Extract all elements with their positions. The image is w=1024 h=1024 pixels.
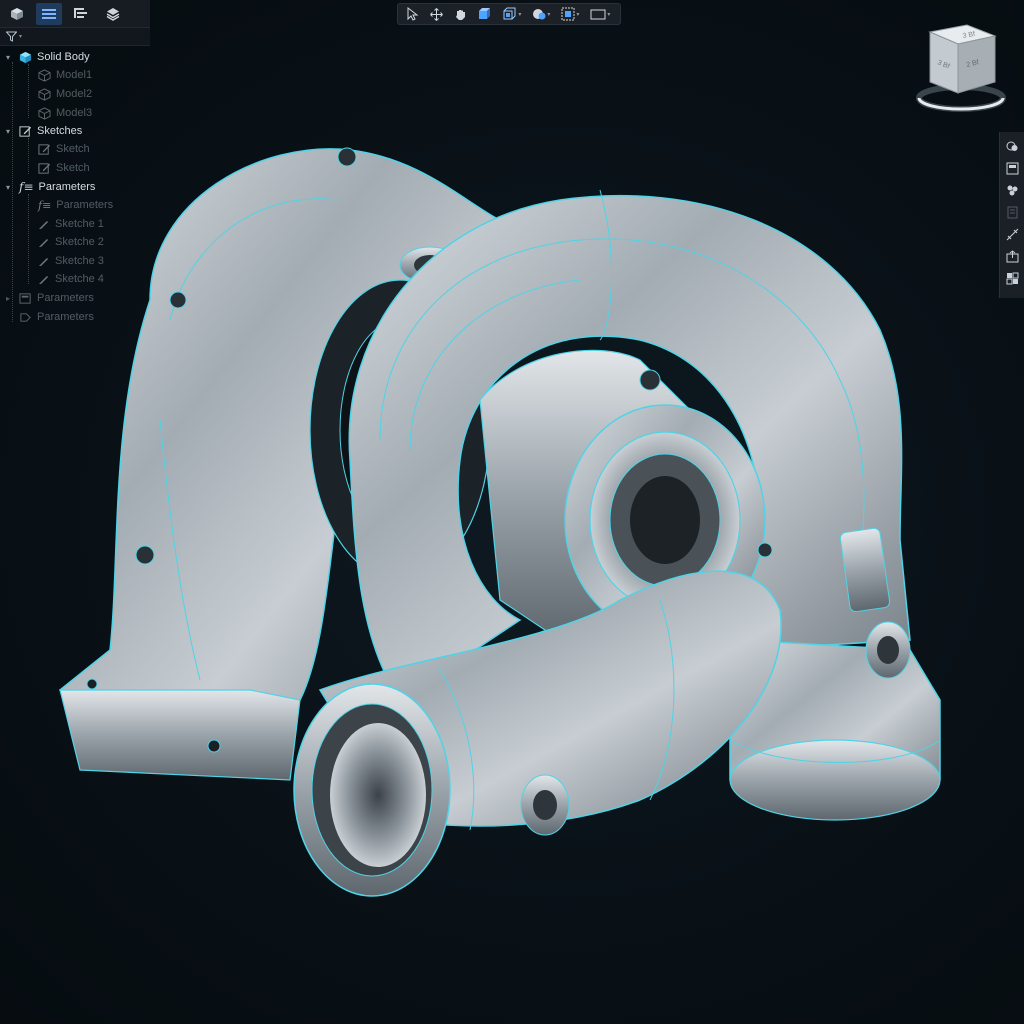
component-icon (38, 87, 51, 101)
tab-solid-bodies[interactable] (4, 3, 30, 25)
3d-viewport[interactable] (40, 110, 970, 990)
view-cube[interactable]: 3 Bf 3 Bf 2 Bf (915, 22, 1011, 122)
browser-tabs (0, 0, 150, 28)
section-button[interactable]: ▾ (561, 5, 579, 23)
sketch-icon (19, 125, 32, 137)
tree-guide-line (28, 64, 29, 118)
filter-bar[interactable]: ▾ (0, 28, 150, 46)
tree-guide-line (28, 138, 29, 174)
grid-icon (1006, 272, 1018, 284)
tree-label: Model1 (56, 69, 93, 81)
parameters-group-icon (19, 292, 31, 304)
turbocharger-model[interactable] (40, 110, 970, 990)
chevron-down-icon[interactable]: ▾ (6, 127, 14, 136)
view-front-icon (479, 8, 491, 19)
section-icon (561, 7, 575, 21)
select-button[interactable] (407, 5, 419, 23)
tree-label: Solid Body (37, 51, 90, 63)
export-icon (1006, 249, 1018, 262)
render-mode-button[interactable]: ▾ (532, 5, 550, 23)
chevron-down-icon[interactable]: ▾ (6, 183, 14, 192)
chevron-down-icon[interactable]: ▾ (576, 11, 579, 18)
dimension-icon (1006, 228, 1018, 240)
tree-structure-icon (74, 7, 87, 18)
filter-icon (6, 31, 17, 42)
chevron-down-icon[interactable]: ▾ (6, 53, 14, 62)
view-toolbar: ▾ ▾ ▾ ▾ (397, 3, 621, 25)
view-iso-button[interactable]: ▾ (503, 5, 521, 23)
move-button[interactable] (430, 5, 444, 23)
solid-body-icon (19, 51, 32, 63)
components-icon (1007, 185, 1017, 195)
pan-button[interactable] (454, 5, 467, 23)
view-front-button[interactable] (478, 5, 492, 23)
grid-button[interactable] (1004, 270, 1020, 286)
select-icon (407, 7, 419, 21)
tab-list[interactable] (36, 2, 62, 25)
inspect-button[interactable] (1004, 160, 1020, 176)
measure-button[interactable] (1004, 204, 1020, 220)
chevron-down-icon[interactable]: ▾ (518, 11, 521, 18)
export-button[interactable] (1004, 248, 1020, 264)
display-mode-icon (590, 9, 606, 20)
solid-body-icon (11, 7, 23, 20)
appearance-button[interactable] (1004, 138, 1020, 154)
function-icon: f≡ (19, 180, 34, 194)
layers-icon (106, 7, 120, 21)
right-toolstrip (999, 132, 1024, 298)
component-icon (38, 68, 51, 82)
chevron-down-icon[interactable]: ▾ (607, 11, 610, 18)
tree-node-solid-body[interactable]: ▾ Solid Body (6, 48, 90, 66)
components-button[interactable] (1004, 182, 1020, 198)
dimension-button[interactable] (1004, 226, 1020, 242)
chevron-down-icon: ▾ (19, 34, 23, 40)
list-icon (42, 8, 56, 19)
tree-node-model[interactable]: Model1 (38, 66, 92, 84)
tree-label: Model2 (56, 88, 93, 100)
tab-tree[interactable] (68, 3, 94, 25)
view-iso-icon (503, 7, 516, 20)
parameters-group-icon (20, 312, 31, 322)
inspect-icon (1006, 162, 1018, 174)
chevron-down-icon[interactable]: ▾ (547, 11, 550, 18)
render-mode-icon (533, 9, 546, 20)
pan-icon (456, 9, 466, 20)
tab-layers[interactable] (100, 3, 126, 25)
chevron-right-icon[interactable]: ▸ (6, 294, 14, 303)
tree-guide-line (28, 194, 29, 284)
move-icon (430, 7, 444, 21)
display-mode-button[interactable]: ▾ (590, 5, 610, 23)
measure-icon (1007, 206, 1017, 218)
appearance-icon (1006, 141, 1017, 151)
tree-node-model[interactable]: Model2 (38, 85, 92, 103)
